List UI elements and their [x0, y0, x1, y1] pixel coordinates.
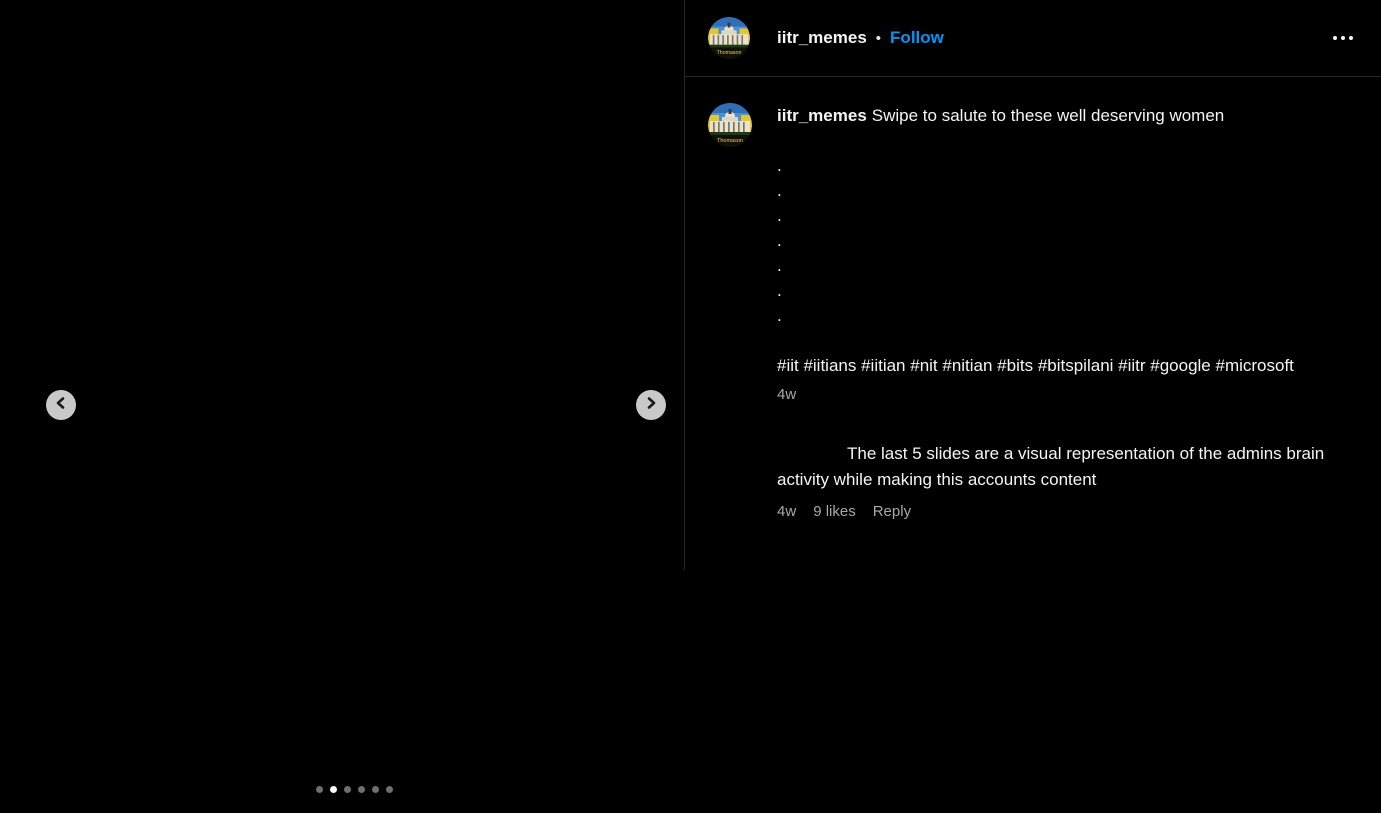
avatar-caption-text: Thomason	[717, 50, 742, 56]
comment-reply-button[interactable]: Reply	[873, 503, 911, 520]
comment-timestamp: 4w	[777, 503, 796, 520]
carousel-dot[interactable]	[358, 786, 365, 793]
follow-button[interactable]: Follow	[890, 28, 944, 48]
carousel-dot[interactable]	[330, 786, 337, 793]
post-info-panel: Thomason iitr_memes • Follow	[684, 0, 1381, 813]
comment-likes-count[interactable]: 9 likes	[813, 503, 856, 520]
comment: The last 5 slides are a visual represent…	[777, 441, 1357, 520]
caption-hashtags[interactable]: #iit #iitians #iitian #nit #nitian #bits…	[777, 356, 1294, 375]
more-options-button[interactable]	[1331, 30, 1355, 46]
comment-meta: 4w 9 likes Reply	[777, 503, 1357, 520]
svg-text:Thomason: Thomason	[717, 138, 743, 144]
carousel-dot[interactable]	[372, 786, 379, 793]
chevron-right-icon	[644, 396, 658, 415]
panel-left-divider	[684, 0, 685, 570]
caption-author-avatar[interactable]: Thomason	[708, 103, 752, 147]
carousel-dot[interactable]	[344, 786, 351, 793]
chevron-left-icon	[54, 396, 68, 415]
caption-timestamp: 4w	[777, 386, 1357, 403]
caption-text: iitr_memesSwipe to salute to these well …	[777, 103, 1357, 378]
comment-text: The last 5 slides are a visual represent…	[777, 441, 1357, 493]
caption-body: Swipe to salute to these well deserving …	[777, 106, 1224, 325]
profile-avatar[interactable]: Thomason	[708, 17, 750, 59]
username-follow-separator: •	[876, 30, 881, 47]
post-header: Thomason iitr_memes • Follow	[684, 0, 1381, 77]
carousel-media	[0, 0, 684, 813]
carousel-prev-button[interactable]	[46, 390, 76, 420]
carousel-dot[interactable]	[316, 786, 323, 793]
comments-area: Thomason iitr_memesSwipe to salute to th…	[684, 77, 1381, 520]
caption-row: Thomason iitr_memesSwipe to salute to th…	[708, 103, 1357, 403]
header-username-link[interactable]: iitr_memes	[777, 28, 867, 48]
caption-username-link[interactable]: iitr_memes	[777, 106, 867, 125]
carousel-dot[interactable]	[386, 786, 393, 793]
carousel-dots	[316, 786, 393, 793]
carousel-next-button[interactable]	[636, 390, 666, 420]
ellipsis-icon	[1333, 36, 1337, 40]
caption-column: iitr_memesSwipe to salute to these well …	[777, 103, 1357, 403]
